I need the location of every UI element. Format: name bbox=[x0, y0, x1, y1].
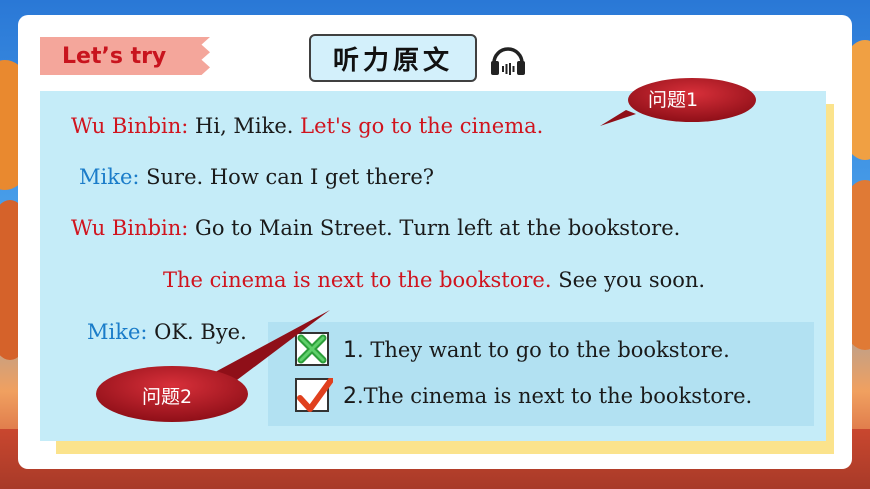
line-text: Go to Main Street. Turn left at the book… bbox=[188, 216, 681, 240]
line-text: See you soon. bbox=[551, 268, 706, 292]
speaker-mike: Mike: bbox=[79, 165, 140, 189]
callout-question-2: 问题2 bbox=[94, 306, 344, 426]
callout-label: 问题1 bbox=[648, 89, 699, 111]
transcript-line-3: Wu Binbin: Go to Main Street. Turn left … bbox=[71, 216, 680, 240]
answer-text: . They want to go to the bookstore. bbox=[357, 338, 730, 362]
answer-number: 2 bbox=[343, 384, 357, 409]
transcript-line-2: Mike: Sure. How can I get there? bbox=[79, 165, 434, 189]
headphone-icon[interactable] bbox=[488, 39, 528, 79]
key-sentence: The cinema is next to the bookstore. bbox=[163, 268, 552, 292]
answer-1: 1. They want to go to the bookstore. bbox=[343, 338, 730, 363]
transcript-line-4: The cinema is next to the bookstore. See… bbox=[163, 268, 705, 292]
transcript-line-1: Wu Binbin: Hi, Mike. Let's go to the cin… bbox=[71, 114, 543, 138]
speaker-wu-binbin: Wu Binbin: bbox=[71, 216, 189, 240]
speaker-wu-binbin: Wu Binbin: bbox=[71, 114, 189, 138]
lets-try-banner: Let’s try bbox=[40, 37, 210, 75]
callout-label: 问题2 bbox=[142, 386, 193, 408]
callout-question-1: 问题1 bbox=[596, 74, 760, 134]
line-text: Hi, Mike. bbox=[188, 114, 301, 138]
answer-text: .The cinema is next to the bookstore. bbox=[357, 384, 753, 408]
line-text: Sure. How can I get there? bbox=[139, 165, 435, 189]
key-sentence: Let's go to the cinema. bbox=[300, 114, 544, 138]
page-title: 听力原文 bbox=[309, 34, 477, 82]
answer-2: 2.The cinema is next to the bookstore. bbox=[343, 384, 752, 409]
answer-number: 1 bbox=[343, 338, 357, 363]
